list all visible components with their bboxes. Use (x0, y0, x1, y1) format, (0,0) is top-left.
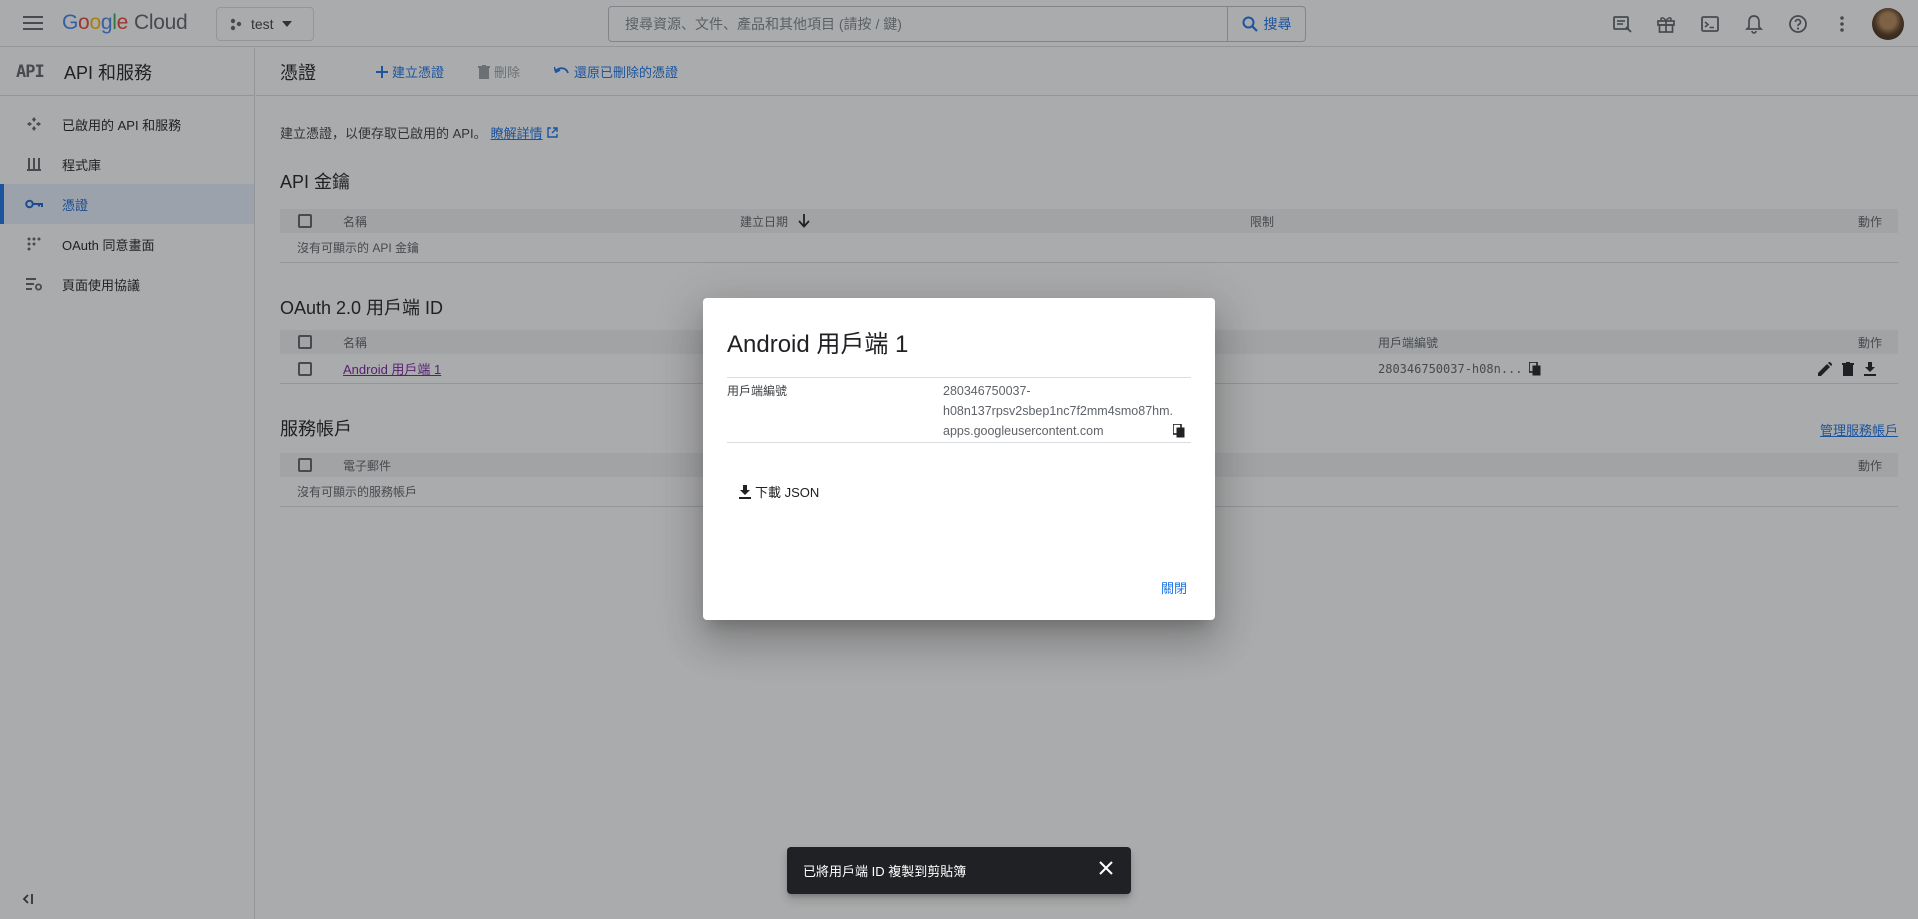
client-details-dialog: Android 用戶端 1 用戶端編號 280346750037- h08n13… (703, 298, 1215, 620)
dialog-title: Android 用戶端 1 (727, 331, 909, 358)
client-id-full-value: 280346750037- h08n137rpsv2sbep1nc7f2mm4s… (943, 384, 1173, 438)
snackbar: 已將用戶端 ID 複製到剪貼簿 (787, 847, 1131, 894)
close-button[interactable]: 關閉 (1161, 578, 1187, 597)
client-id-label: 用戶端編號 (727, 384, 788, 398)
copy-icon[interactable] (1173, 424, 1185, 438)
close-icon[interactable] (1099, 861, 1113, 875)
client-id-section: 用戶端編號 280346750037- h08n137rpsv2sbep1nc7… (727, 377, 1191, 443)
download-icon (739, 484, 751, 499)
download-json-button[interactable]: 下載 JSON (739, 482, 819, 501)
snackbar-message: 已將用戶端 ID 複製到剪貼簿 (803, 864, 967, 879)
